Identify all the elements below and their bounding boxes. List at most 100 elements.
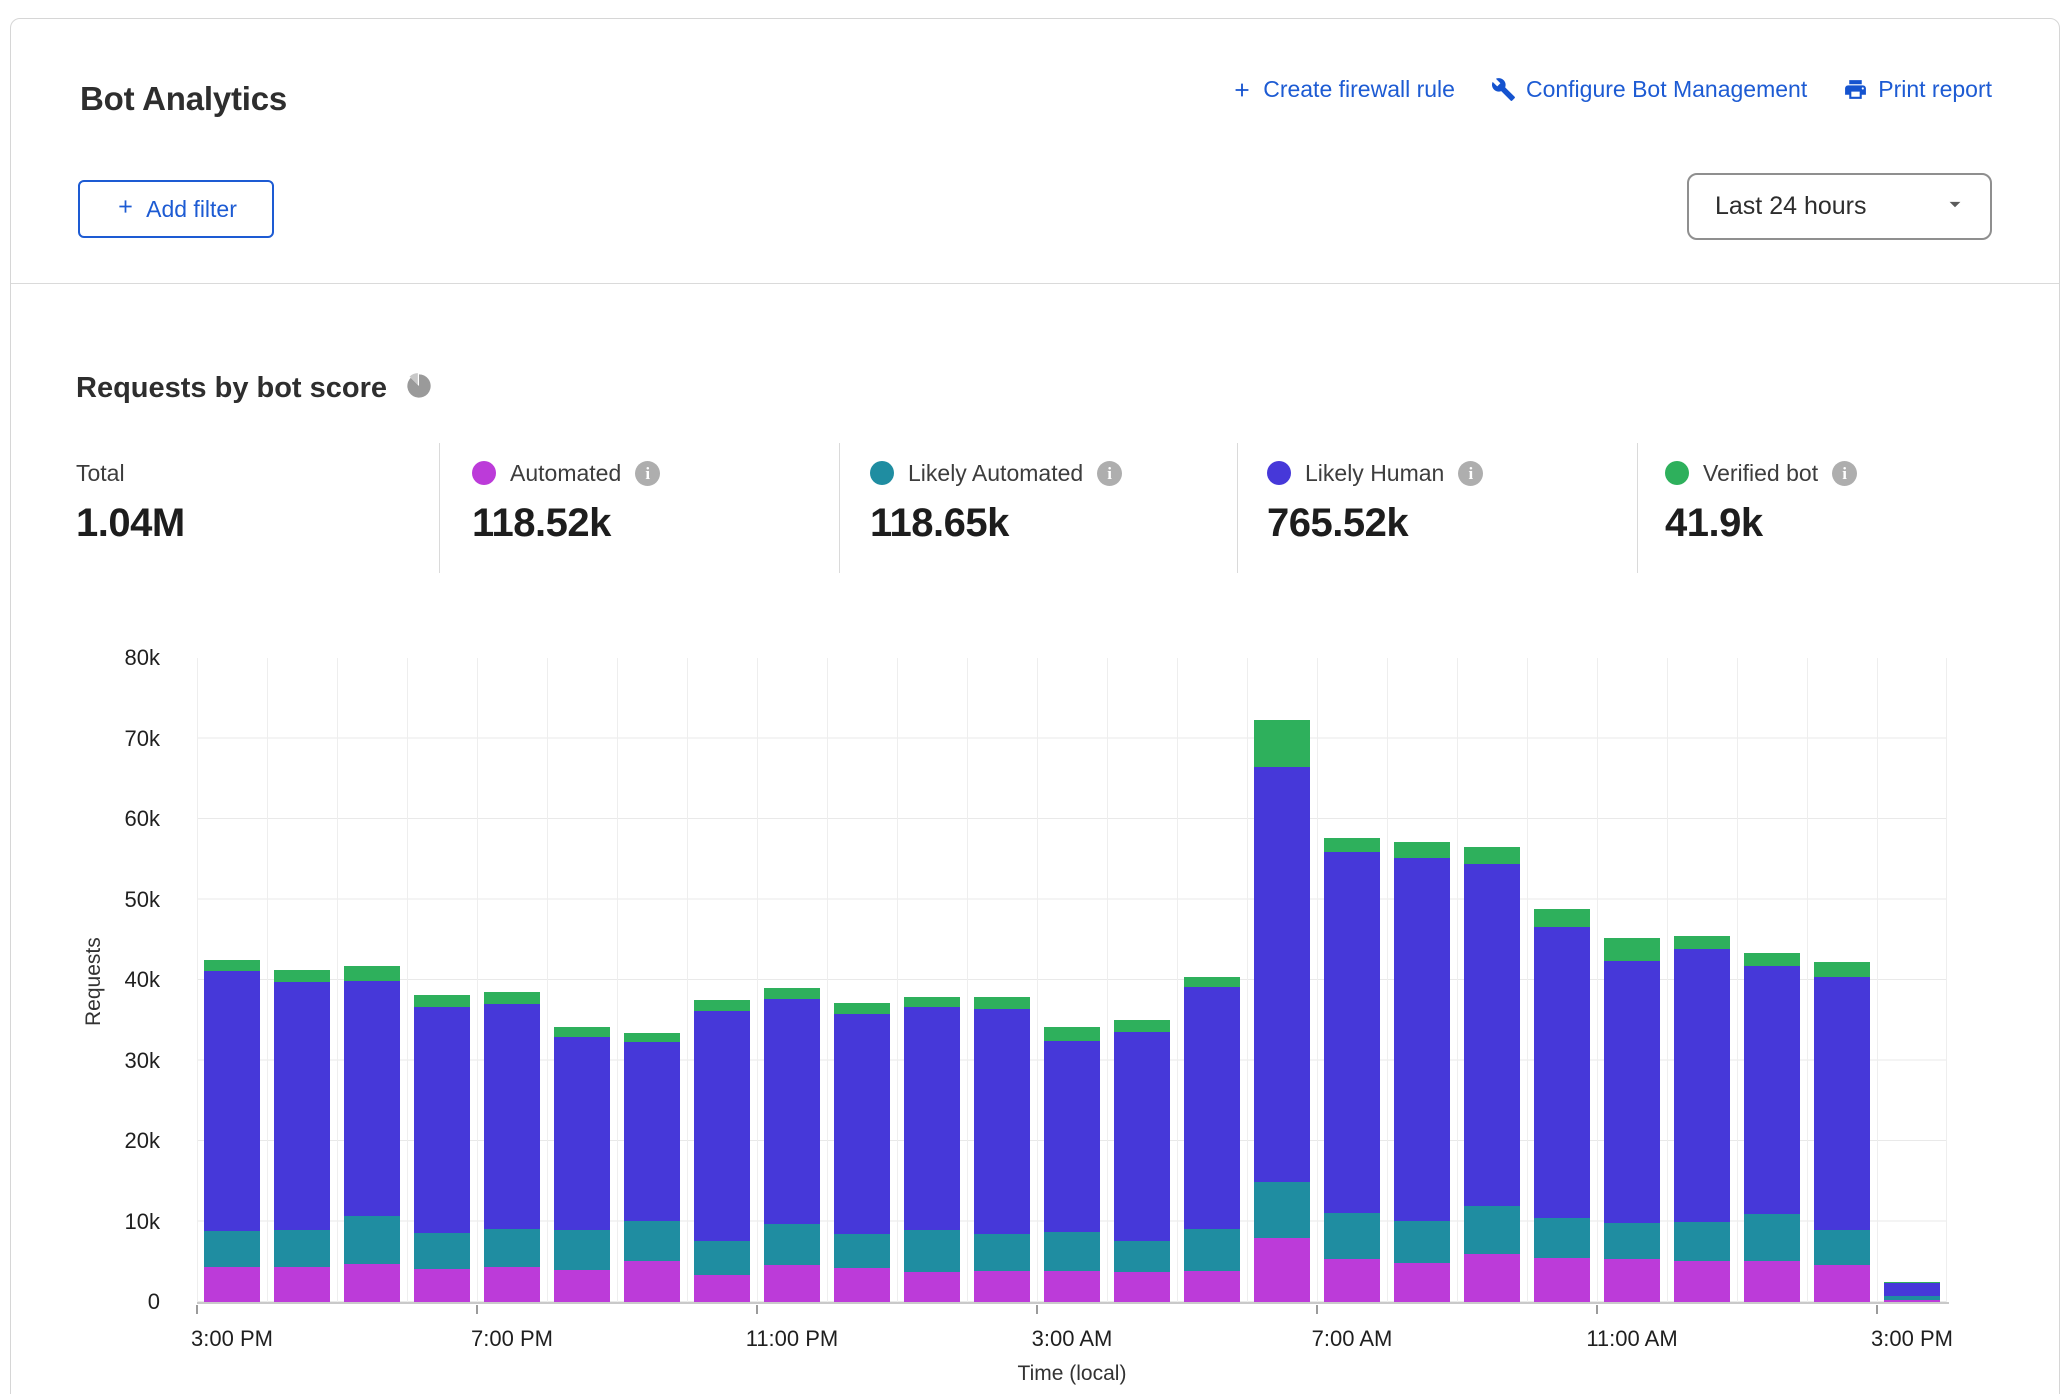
- bar-segment-likely-automated[interactable]: [1744, 1214, 1800, 1261]
- bar-segment-verified-bot[interactable]: [1254, 720, 1310, 767]
- stacked-bar[interactable]: [344, 966, 400, 1302]
- bar-segment-automated[interactable]: [414, 1269, 470, 1302]
- bar-segment-automated[interactable]: [554, 1270, 610, 1302]
- bar-segment-likely-human[interactable]: [1254, 767, 1310, 1182]
- bar-segment-verified-bot[interactable]: [624, 1033, 680, 1042]
- stacked-bar[interactable]: [1184, 977, 1240, 1302]
- bar-segment-automated[interactable]: [624, 1261, 680, 1302]
- bar-segment-automated[interactable]: [1744, 1261, 1800, 1302]
- bar-segment-verified-bot[interactable]: [204, 960, 260, 971]
- bar-segment-likely-automated[interactable]: [834, 1234, 890, 1268]
- bar-segment-likely-human[interactable]: [344, 981, 400, 1216]
- bar-segment-automated[interactable]: [834, 1268, 890, 1302]
- bar-segment-automated[interactable]: [1114, 1272, 1170, 1302]
- bar-segment-likely-human[interactable]: [1604, 961, 1660, 1223]
- stacked-bar[interactable]: [1114, 1020, 1170, 1302]
- bar-segment-likely-human[interactable]: [694, 1011, 750, 1241]
- print-report-link[interactable]: Print report: [1843, 76, 1992, 103]
- add-filter-button[interactable]: Add filter: [78, 180, 274, 238]
- bar-segment-automated[interactable]: [274, 1267, 330, 1302]
- info-icon[interactable]: i: [635, 461, 660, 486]
- bar-segment-likely-human[interactable]: [1394, 858, 1450, 1221]
- bar-segment-likely-automated[interactable]: [764, 1224, 820, 1265]
- bar-segment-automated[interactable]: [904, 1272, 960, 1302]
- bar-segment-automated[interactable]: [694, 1275, 750, 1302]
- bar-segment-likely-human[interactable]: [1534, 927, 1590, 1218]
- bar-segment-likely-automated[interactable]: [204, 1231, 260, 1266]
- bar-segment-verified-bot[interactable]: [1044, 1027, 1100, 1041]
- stacked-bar[interactable]: [1534, 909, 1590, 1302]
- create-firewall-rule-link[interactable]: Create firewall rule: [1231, 76, 1455, 103]
- stacked-bar[interactable]: [554, 1027, 610, 1302]
- stacked-bar[interactable]: [624, 1033, 680, 1302]
- bar-segment-automated[interactable]: [1814, 1265, 1870, 1302]
- bar-segment-automated[interactable]: [1604, 1259, 1660, 1302]
- bar-segment-likely-human[interactable]: [1744, 966, 1800, 1214]
- stacked-bar[interactable]: [1814, 962, 1870, 1302]
- stacked-bar[interactable]: [1394, 842, 1450, 1302]
- info-icon[interactable]: i: [1458, 461, 1483, 486]
- bar-segment-likely-human[interactable]: [1114, 1032, 1170, 1241]
- bar-segment-likely-human[interactable]: [834, 1014, 890, 1235]
- bar-segment-likely-automated[interactable]: [1044, 1232, 1100, 1271]
- bar-segment-likely-human[interactable]: [484, 1004, 540, 1229]
- bar-segment-likely-human[interactable]: [204, 971, 260, 1231]
- bar-segment-likely-human[interactable]: [1674, 949, 1730, 1222]
- bar-segment-automated[interactable]: [974, 1271, 1030, 1302]
- bar-segment-automated[interactable]: [1464, 1254, 1520, 1302]
- bar-segment-likely-human[interactable]: [1184, 987, 1240, 1229]
- stacked-bar[interactable]: [1744, 953, 1800, 1302]
- bar-segment-verified-bot[interactable]: [1604, 938, 1660, 961]
- bar-segment-likely-automated[interactable]: [1394, 1221, 1450, 1263]
- bar-segment-verified-bot[interactable]: [974, 997, 1030, 1009]
- bar-segment-verified-bot[interactable]: [554, 1027, 610, 1037]
- bar-segment-verified-bot[interactable]: [1184, 977, 1240, 987]
- bar-segment-likely-human[interactable]: [274, 982, 330, 1229]
- bar-segment-automated[interactable]: [1534, 1258, 1590, 1302]
- bar-segment-likely-automated[interactable]: [974, 1234, 1030, 1270]
- bar-segment-likely-human[interactable]: [624, 1042, 680, 1221]
- stacked-bar[interactable]: [1604, 938, 1660, 1302]
- bar-segment-verified-bot[interactable]: [1674, 936, 1730, 950]
- bar-segment-verified-bot[interactable]: [1324, 838, 1380, 852]
- bar-segment-likely-human[interactable]: [904, 1007, 960, 1230]
- bar-segment-likely-human[interactable]: [554, 1037, 610, 1229]
- stacked-bar[interactable]: [694, 1000, 750, 1302]
- time-range-select[interactable]: Last 24 hours: [1687, 173, 1992, 240]
- stacked-bar[interactable]: [1254, 720, 1310, 1302]
- configure-bot-management-link[interactable]: Configure Bot Management: [1491, 76, 1807, 103]
- stacked-bar[interactable]: [274, 970, 330, 1302]
- bar-segment-verified-bot[interactable]: [344, 966, 400, 980]
- bar-segment-verified-bot[interactable]: [274, 970, 330, 983]
- bar-segment-verified-bot[interactable]: [694, 1000, 750, 1010]
- bar-segment-automated[interactable]: [1254, 1238, 1310, 1302]
- bar-segment-likely-automated[interactable]: [904, 1230, 960, 1272]
- bar-segment-likely-human[interactable]: [414, 1007, 470, 1232]
- bar-segment-automated[interactable]: [1044, 1271, 1100, 1302]
- pie-chart-icon[interactable]: [405, 372, 433, 405]
- stacked-bar[interactable]: [974, 997, 1030, 1302]
- bar-segment-likely-automated[interactable]: [1114, 1241, 1170, 1272]
- bar-segment-likely-automated[interactable]: [1604, 1223, 1660, 1259]
- bar-segment-likely-automated[interactable]: [624, 1221, 680, 1261]
- bar-segment-likely-automated[interactable]: [414, 1233, 470, 1269]
- stacked-bar[interactable]: [1044, 1027, 1100, 1302]
- bar-segment-automated[interactable]: [204, 1267, 260, 1302]
- bar-segment-automated[interactable]: [1184, 1271, 1240, 1302]
- bar-segment-likely-automated[interactable]: [1674, 1222, 1730, 1261]
- bar-segment-automated[interactable]: [1674, 1261, 1730, 1302]
- stacked-bar[interactable]: [1674, 936, 1730, 1302]
- bar-segment-likely-automated[interactable]: [1534, 1218, 1590, 1257]
- bar-segment-likely-automated[interactable]: [484, 1229, 540, 1267]
- bar-segment-likely-automated[interactable]: [1254, 1182, 1310, 1238]
- bar-segment-verified-bot[interactable]: [1534, 909, 1590, 927]
- stacked-bar[interactable]: [204, 960, 260, 1302]
- bar-segment-automated[interactable]: [1324, 1259, 1380, 1302]
- info-icon[interactable]: i: [1832, 461, 1857, 486]
- bar-segment-verified-bot[interactable]: [834, 1003, 890, 1013]
- bar-segment-likely-automated[interactable]: [1814, 1230, 1870, 1265]
- bar-segment-verified-bot[interactable]: [1464, 847, 1520, 864]
- bar-segment-likely-human[interactable]: [974, 1009, 1030, 1234]
- bar-segment-automated[interactable]: [344, 1264, 400, 1302]
- bar-segment-likely-automated[interactable]: [274, 1230, 330, 1267]
